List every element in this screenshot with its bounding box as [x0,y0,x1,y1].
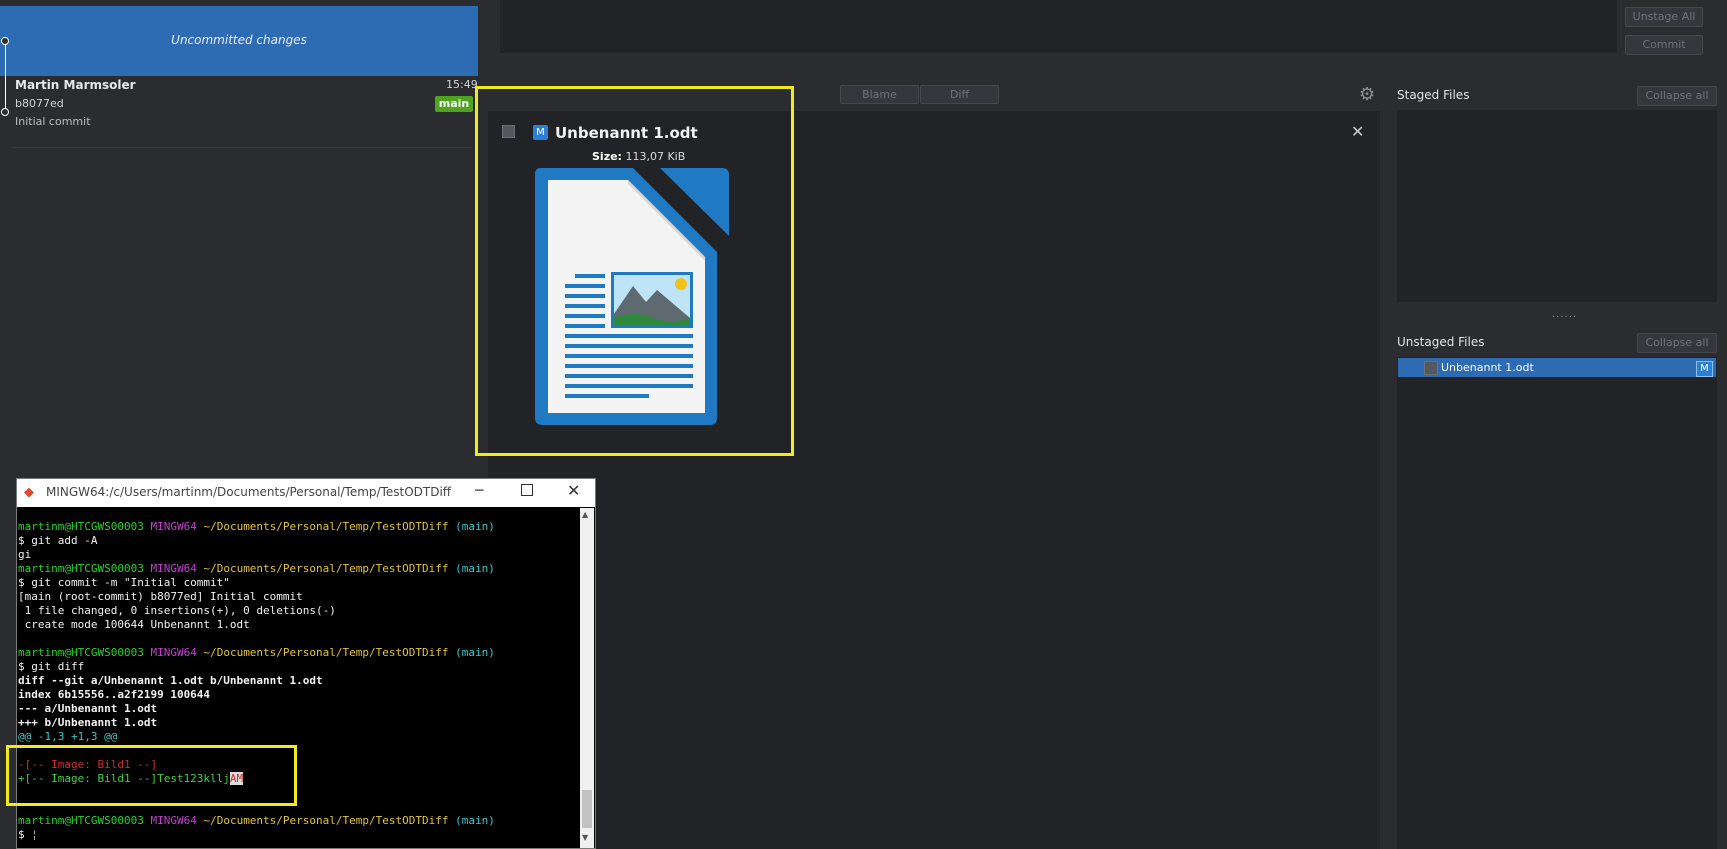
commit-hash: b8077ed [15,97,64,110]
prompt-line: martinm@HTCGWS00003 MINGW64 ~/Documents/… [18,814,495,827]
terminal-input-line[interactable]: $ ¦ [18,828,578,842]
prompt-line: martinm@HTCGWS00003 MINGW64 ~/Documents/… [18,646,495,659]
terminal-line: --- a/Unbenannt 1.odt [18,702,158,715]
terminal-line: $ git commit -m "Initial commit" [18,576,230,589]
unstaged-file-name: Unbenannt 1.odt [1441,361,1534,374]
panel-splitter[interactable]: ...... [1552,309,1577,320]
commit-message-input[interactable] [500,0,1617,53]
branch-badge[interactable]: main [435,96,473,112]
minimize-icon[interactable]: ─ [475,483,483,499]
terminal-line: diff --git a/Unbenannt 1.odt b/Unbenannt… [18,674,323,687]
terminal-line: @@ -1,3 +1,3 @@ [18,730,118,743]
unstage-all-button[interactable]: Unstage All [1625,7,1703,27]
history-divider [12,147,472,148]
commit-time: 15:49 [446,78,478,91]
commit-message: Initial commit [15,115,91,128]
close-icon[interactable]: ✕ [1351,122,1364,141]
terminal-scrollbar-thumb[interactable] [582,790,592,828]
blame-button[interactable]: Blame [840,85,919,104]
unstaged-file-status-badge: M [1696,361,1713,377]
uncommitted-changes-row[interactable]: Uncommitted changes [0,6,478,76]
terminal-title: MINGW64:/c/Users/martinm/Documents/Perso… [46,485,452,499]
terminal-line: $ git add -A [18,534,98,547]
unstaged-collapse-all-button[interactable]: Collapse all [1637,333,1717,353]
unstaged-files-title: Unstaged Files [1397,335,1485,349]
terminal-line: create mode 100644 Unbenannt 1.odt [18,618,250,631]
highlight-box [6,745,297,806]
terminal-line: gi [18,548,32,561]
uncommitted-changes-label: Uncommitted changes [171,33,307,47]
terminal-line: +++ b/Unbenannt 1.odt [18,716,158,729]
gear-icon[interactable]: ⚙ [1359,84,1375,105]
graph-node-commit [1,108,9,116]
commit-button[interactable]: Commit [1625,35,1703,55]
prompt-line: martinm@HTCGWS00003 MINGW64 ~/Documents/… [18,562,495,575]
terminal-line: 1 file changed, 0 insertions(+), 0 delet… [18,604,336,617]
close-window-icon[interactable]: ✕ [567,481,580,500]
maximize-icon[interactable] [521,484,533,496]
terminal-line: index 6b15556..a2f2199 100644 [18,688,211,701]
graph-node-uncommitted [1,37,9,45]
terminal-line: $ git diff [18,660,85,673]
staged-files-title: Staged Files [1397,88,1470,102]
staged-collapse-all-button[interactable]: Collapse all [1637,86,1717,106]
staged-files-list[interactable] [1397,110,1717,302]
highlight-box [475,86,794,456]
unstaged-files-list[interactable] [1397,357,1717,849]
terminal-line: [main (root-commit) b8077ed] Initial com… [18,590,303,603]
commit-graph-line [5,40,6,112]
unstaged-file-checkbox[interactable] [1424,361,1438,375]
scroll-down-icon[interactable]: ▼ [582,833,588,842]
diff-button[interactable]: Diff [920,85,999,104]
git-logo-icon: ◆ [24,485,34,500]
commit-author[interactable]: Martin Marmsoler [15,78,136,92]
prompt-line: martinm@HTCGWS00003 MINGW64 ~/Documents/… [18,520,495,533]
scroll-up-icon[interactable]: ▲ [582,510,588,519]
